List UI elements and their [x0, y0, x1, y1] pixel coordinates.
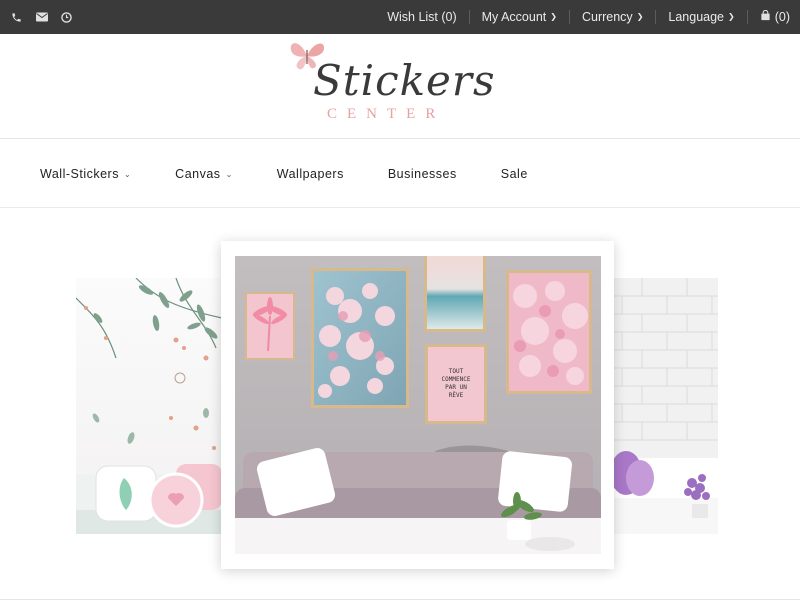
chevron-down-icon: ❯ [728, 11, 735, 21]
shopping-bag-icon [760, 9, 771, 24]
slide-main[interactable]: TOUT COMMENCE PAR UN RÊVE [221, 241, 614, 569]
wishlist-label: Wish List (0) [387, 10, 457, 24]
logo-sub-text: CENTER [327, 106, 446, 122]
nav-item-label: Canvas [175, 167, 221, 181]
clock-icon[interactable] [60, 11, 73, 24]
slide-preview-left[interactable] [76, 278, 222, 534]
svg-text:COMMENCE: COMMENCE [442, 376, 471, 383]
logo-script-text: Stickers [313, 56, 496, 105]
language-label: Language [668, 10, 725, 24]
hero-slider: TOUT COMMENCE PAR UN RÊVE [0, 208, 800, 600]
phone-icon[interactable] [10, 11, 23, 24]
cart-count: (0) [774, 10, 790, 24]
nav-item-canvas[interactable]: Canvas ⌄ [175, 167, 233, 181]
chevron-down-icon: ⌄ [123, 169, 132, 179]
nav-item-wallpapers[interactable]: Wallpapers [277, 167, 344, 181]
slide-main-image: TOUT COMMENCE PAR UN RÊVE [235, 256, 601, 554]
main-navigation: Wall-Stickers ⌄ Canvas ⌄ Wallpapers Busi… [0, 140, 800, 208]
svg-text:PAR UN: PAR UN [445, 384, 467, 391]
top-links: Wish List (0) My Account ❯ Currency ❯ La… [375, 0, 790, 34]
nav-item-label: Sale [500, 167, 528, 181]
wishlist-link[interactable]: Wish List (0) [375, 10, 468, 24]
contact-icons [10, 0, 73, 34]
cart-button[interactable]: (0) [746, 9, 790, 24]
header-logo-area: Stickers CENTER [0, 34, 800, 139]
nav-item-businesses[interactable]: Businesses [388, 167, 457, 181]
my-account-label: My Account [481, 10, 547, 24]
chevron-down-icon: ❯ [636, 11, 644, 21]
language-dropdown[interactable]: Language ❯ [655, 10, 746, 24]
envelope-icon[interactable] [35, 11, 48, 24]
nav-item-label: Businesses [387, 167, 457, 181]
svg-text:TOUT: TOUT [449, 368, 464, 375]
slide-preview-right[interactable] [612, 278, 718, 534]
top-bar: Wish List (0) My Account ❯ Currency ❯ La… [0, 0, 800, 34]
svg-text:RÊVE: RÊVE [449, 391, 464, 399]
nav-item-sale[interactable]: Sale [501, 167, 528, 181]
chevron-down-icon: ❯ [550, 11, 557, 21]
site-logo[interactable]: Stickers CENTER [285, 38, 495, 133]
nav-item-label: Wall-Stickers [40, 167, 119, 181]
nav-item-label: Wallpapers [276, 167, 344, 181]
currency-label: Currency [581, 10, 633, 24]
chevron-down-icon: ⌄ [225, 169, 233, 179]
my-account-dropdown[interactable]: My Account ❯ [468, 10, 569, 24]
nav-item-wall-stickers[interactable]: Wall-Stickers ⌄ [40, 167, 131, 181]
currency-dropdown[interactable]: Currency ❯ [568, 10, 655, 24]
